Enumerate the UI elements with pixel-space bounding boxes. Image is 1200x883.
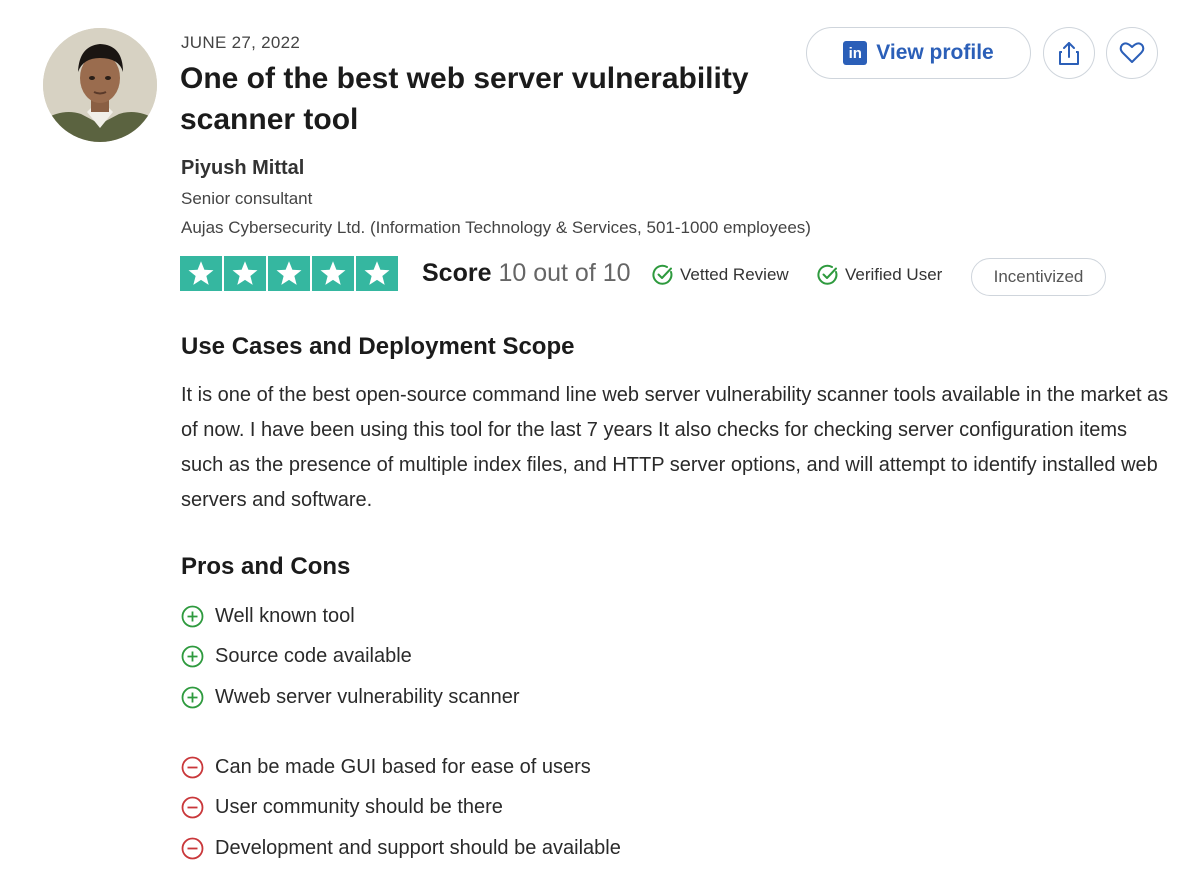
con-item: Development and support should be availa… <box>181 828 621 869</box>
star-icon <box>268 256 310 291</box>
check-circle-icon <box>652 264 673 285</box>
pro-text: Wweb server vulnerability scanner <box>215 685 520 708</box>
reviewer-company: Aujas Cybersecurity Ltd. (Information Te… <box>181 218 811 237</box>
linkedin-icon: in <box>843 41 868 65</box>
plus-circle-icon <box>181 686 204 709</box>
minus-circle-icon <box>181 837 204 860</box>
minus-circle-icon <box>181 756 204 779</box>
review-date: JUNE 27, 2022 <box>181 33 301 52</box>
heart-icon <box>1119 42 1145 63</box>
pros-cons-heading: Pros and Cons <box>181 553 351 580</box>
verified-user-label: Verified User <box>845 265 943 284</box>
vetted-review-badge: Vetted Review <box>652 264 789 286</box>
pro-text: Well known tool <box>215 604 355 627</box>
vetted-review-label: Vetted Review <box>680 265 789 284</box>
incentivized-badge: Incentivized <box>971 258 1106 296</box>
pros-list: Well known tool Source code available Ww… <box>181 596 520 718</box>
reviewer-avatar <box>43 28 157 142</box>
pro-item: Wweb server vulnerability scanner <box>181 677 520 718</box>
check-circle-icon <box>817 264 838 285</box>
pro-text: Source code available <box>215 645 412 668</box>
con-item: User community should be there <box>181 788 621 829</box>
reviewer-role: Senior consultant <box>181 189 313 208</box>
score-label: Score <box>422 259 492 287</box>
share-button[interactable] <box>1043 27 1095 79</box>
con-text: Can be made GUI based for ease of users <box>215 755 591 778</box>
plus-circle-icon <box>181 645 204 668</box>
plus-circle-icon <box>181 605 204 628</box>
minus-circle-icon <box>181 796 204 819</box>
use-cases-body: It is one of the best open-source comman… <box>181 384 1169 511</box>
star-icon <box>356 256 398 291</box>
pro-item: Well known tool <box>181 596 520 637</box>
score-value: 10 out of 10 <box>498 259 631 287</box>
star-icon <box>312 256 354 291</box>
star-icon <box>224 256 266 291</box>
view-profile-button[interactable]: in View profile <box>806 27 1031 79</box>
cons-list: Can be made GUI based for ease of users … <box>181 747 621 869</box>
like-button[interactable] <box>1106 27 1158 79</box>
share-icon <box>1059 42 1079 65</box>
star-icon <box>180 256 222 291</box>
view-profile-label: View profile <box>876 41 994 64</box>
con-text: User community should be there <box>215 796 503 819</box>
reviewer-name: Piyush Mittal <box>181 157 305 179</box>
con-text: Development and support should be availa… <box>215 836 621 859</box>
con-item: Can be made GUI based for ease of users <box>181 747 621 788</box>
pro-item: Source code available <box>181 637 520 678</box>
verified-user-badge: Verified User <box>817 264 942 286</box>
score: Score 10 out of 10 <box>422 259 631 288</box>
review-title: One of the best web server vulnerability… <box>180 62 749 136</box>
use-cases-heading: Use Cases and Deployment Scope <box>181 333 575 360</box>
star-rating <box>180 256 398 291</box>
